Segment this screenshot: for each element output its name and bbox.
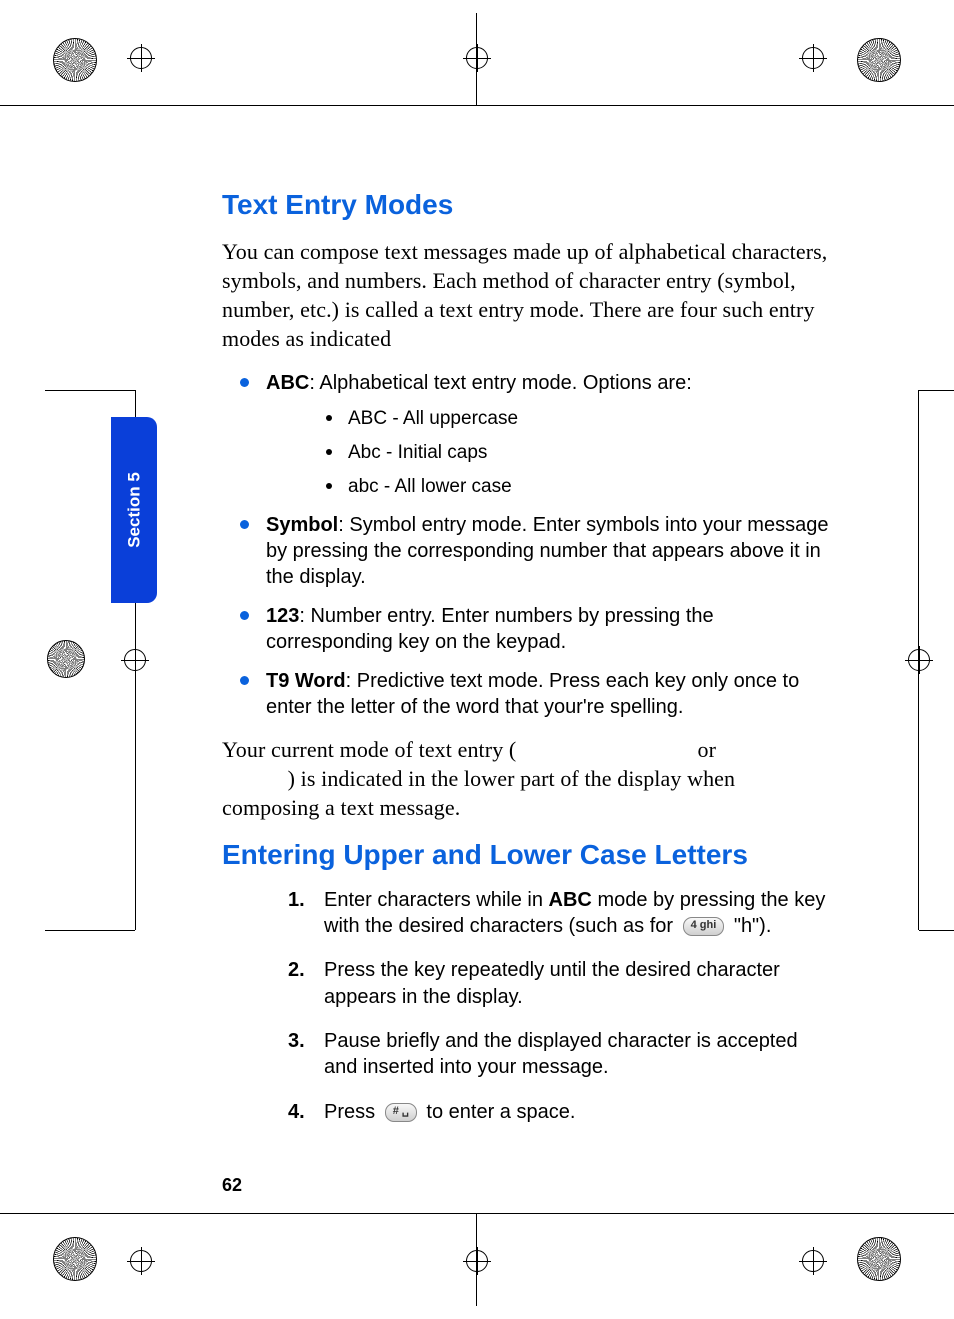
registration-mark-icon (121, 646, 149, 674)
section-tab: Section 5 (111, 417, 157, 603)
registration-mark-icon (127, 44, 155, 72)
step-1: Enter characters while in ABC mode by pr… (288, 887, 832, 940)
mode-indicator-post: ) is indicated in the lower part of the … (222, 766, 735, 820)
step-4a: Press (324, 1101, 381, 1123)
key-4-icon: 4 ghi (683, 917, 725, 936)
mode-indicator-pre: Your current mode of text entry ( (222, 737, 516, 762)
registration-mark-icon (463, 44, 491, 72)
mode-symbol-label: Symbol (266, 514, 338, 536)
crop-line-right-bottom (919, 930, 954, 931)
sub-abc-upper: ABC - All uppercase (326, 407, 832, 431)
crop-line-left-top (45, 390, 135, 391)
heading-upper-lower: Entering Upper and Lower Case Letters (222, 840, 832, 871)
steps-list: Enter characters while in ABC mode by pr… (288, 887, 832, 1126)
mode-abc-label: ABC (266, 372, 309, 394)
heading-text-entry-modes: Text Entry Modes (222, 190, 832, 221)
step-1c: "h"). (728, 915, 771, 937)
mode-t9-label: T9 Word (266, 670, 346, 692)
step-4: Press # ␣ to enter a space. (288, 1099, 832, 1125)
mode-indicator-mid: or (698, 737, 717, 762)
starburst-icon (47, 640, 85, 678)
registration-mark-icon (799, 44, 827, 72)
sub-abc-initial: Abc - Initial caps (326, 441, 832, 465)
starburst-icon (857, 38, 901, 82)
mode-indicator-paragraph: Your current mode of text entry ( or ) i… (222, 735, 832, 822)
mode-abc-sublist: ABC - All uppercase Abc - Initial caps a… (326, 407, 832, 500)
mode-abc-text: : Alphabetical text entry mode. Options … (309, 372, 691, 394)
step-4b: to enter a space. (421, 1101, 576, 1123)
mode-123: 123: Number entry. Enter numbers by pres… (240, 604, 832, 655)
step-1-bold: ABC (549, 889, 592, 911)
mode-t9: T9 Word: Predictive text mode. Press eac… (240, 669, 832, 720)
crop-line-right-top (919, 390, 954, 391)
mode-symbol-text: : Symbol entry mode. Enter symbols into … (266, 514, 828, 587)
mode-symbol: Symbol: Symbol entry mode. Enter symbols… (240, 513, 832, 590)
registration-mark-icon (127, 1247, 155, 1275)
mode-t9-text: : Predictive text mode. Press each key o… (266, 670, 799, 718)
step-2: Press the key repeatedly until the desir… (288, 957, 832, 1010)
registration-mark-icon (905, 646, 933, 674)
starburst-icon (53, 38, 97, 82)
step-3: Pause briefly and the displayed characte… (288, 1028, 832, 1081)
intro-paragraph: You can compose text messages made up of… (222, 237, 832, 353)
key-hash-icon: # ␣ (385, 1103, 417, 1122)
registration-mark-icon (463, 1247, 491, 1275)
mode-abc: ABC: Alphabetical text entry mode. Optio… (240, 371, 832, 500)
page-content: Text Entry Modes You can compose text me… (222, 190, 832, 1143)
crop-line-bottom (0, 1213, 954, 1214)
section-tab-label: Section 5 (126, 472, 143, 548)
starburst-icon (53, 1237, 97, 1281)
mode-123-text: : Number entry. Enter numbers by pressin… (266, 605, 714, 653)
registration-mark-icon (799, 1247, 827, 1275)
sub-abc-lower: abc - All lower case (326, 475, 832, 499)
page-number: 62 (222, 1175, 242, 1196)
step-1a: Enter characters while in (324, 889, 549, 911)
mode-list: ABC: Alphabetical text entry mode. Optio… (222, 371, 832, 721)
starburst-icon (857, 1237, 901, 1281)
mode-123-label: 123 (266, 605, 299, 627)
crop-line-left-bottom (45, 930, 135, 931)
crop-line-top (0, 105, 954, 106)
